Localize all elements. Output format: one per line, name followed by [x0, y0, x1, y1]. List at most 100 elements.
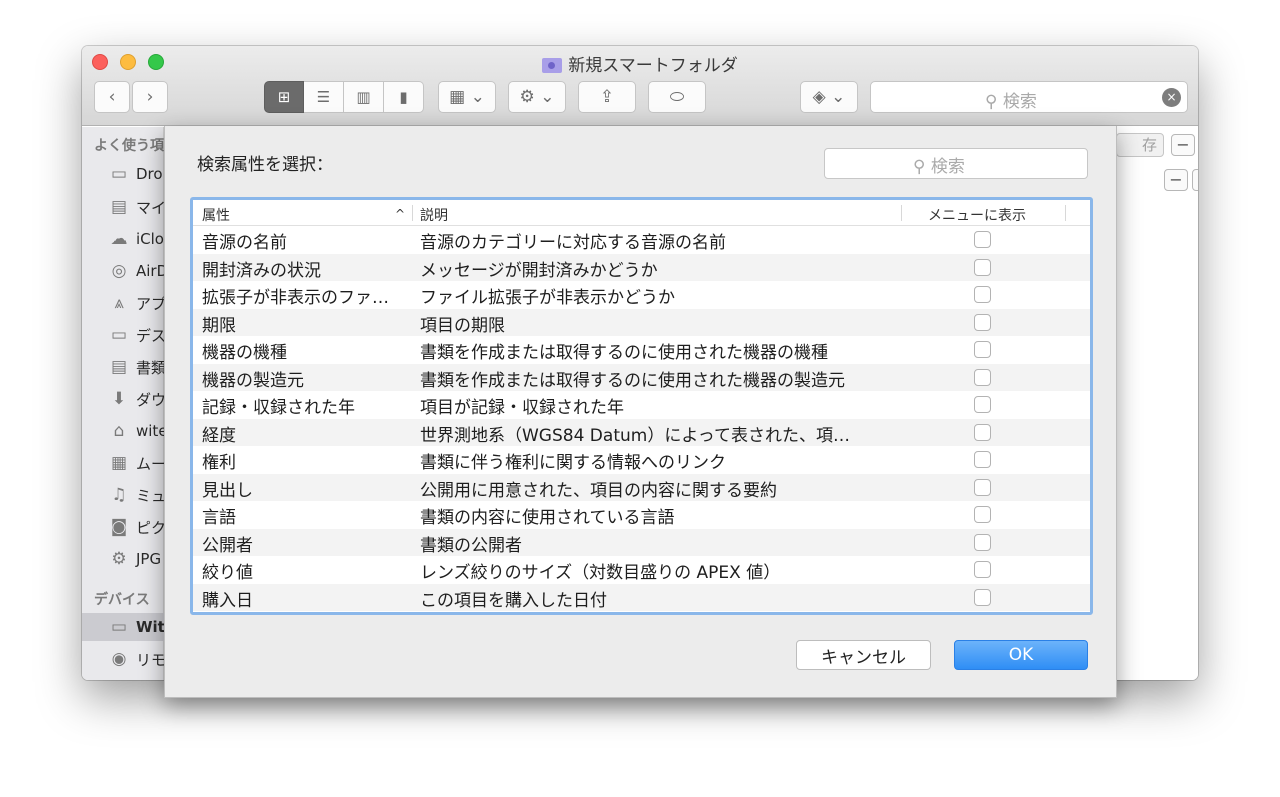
table-row[interactable]: 機器の機種 書類を作成または取得するのに使用された機器の機種	[193, 336, 1090, 364]
column-divider	[901, 205, 902, 221]
show-in-menu-checkbox[interactable]	[974, 561, 991, 578]
clear-search-icon[interactable]: ×	[1162, 88, 1181, 107]
remove-rule-button[interactable]: −	[1164, 169, 1188, 191]
table-row[interactable]: 言語 書類の内容に使用されている言語	[193, 501, 1090, 529]
attribute-cell: 期限	[202, 315, 236, 336]
sidebar-item-applications[interactable]: ⩓ アプ	[82, 289, 164, 317]
sidebar-item-music[interactable]: ♫ ミュ	[82, 481, 164, 509]
show-in-menu-checkbox[interactable]	[974, 588, 991, 606]
table-row[interactable]: 権利 書類に伴う権利に関する情報へのリンク	[193, 446, 1090, 474]
search-input[interactable]: ⚲ 検索 ×	[870, 81, 1188, 113]
music-icon: ♫	[111, 485, 127, 505]
sidebar-item-airdrop[interactable]: ◎ AirD	[82, 257, 164, 285]
coverflow-view-button[interactable]: ▮	[384, 81, 424, 113]
column-view-button[interactable]: ▥	[344, 81, 384, 113]
attribute-cell: 音源の名前	[202, 233, 287, 253]
table-row[interactable]: 記録・収録された年 項目が記録・収録された年	[193, 391, 1090, 419]
sidebar-item-desktop[interactable]: ▭ デス	[82, 321, 164, 349]
show-in-menu-checkbox[interactable]	[974, 286, 991, 303]
column-header-attribute[interactable]: 属性	[202, 205, 230, 225]
back-button[interactable]: ‹	[94, 81, 130, 113]
share-button[interactable]: ⇪	[578, 81, 636, 113]
sidebar-item-home[interactable]: ⌂ wite	[82, 417, 164, 445]
ok-button[interactable]: OK	[954, 640, 1088, 670]
save-button[interactable]: 存	[1116, 133, 1164, 157]
attribute-search-input[interactable]: ⚲ 検索	[824, 148, 1088, 179]
sheet-title: 検索属性を選択：	[197, 155, 333, 175]
column-header-description[interactable]: 説明	[420, 205, 448, 225]
show-in-menu-checkbox[interactable]	[974, 533, 991, 551]
table-row[interactable]: 機器の製造元 書類を作成または取得するのに使用された機器の製造元	[193, 363, 1090, 391]
attribute-cell: 絞り値	[202, 563, 253, 583]
sidebar: よく使う項 ▭ Dro ▤ マイ ☁ iClo ◎ AirD ⩓ アプ ▭ デス ▤ 書類 ⬇…	[82, 127, 164, 680]
attribute-cell: 公開者	[202, 535, 253, 556]
icon-view-button[interactable]: ⊞	[264, 81, 304, 113]
show-in-menu-checkbox[interactable]	[974, 313, 991, 331]
table-row[interactable]: 拡張子が非表示のファ… ファイル拡張子が非表示かどうか	[193, 281, 1090, 309]
attribute-cell: 言語	[202, 508, 236, 528]
sidebar-item-jpg[interactable]: ⚙ JPG	[82, 545, 164, 573]
share-icon: ⇪	[599, 87, 615, 107]
table-row[interactable]: 開封済みの状況 メッセージが開封済みかどうか	[193, 253, 1090, 281]
remove-criteria-button[interactable]: −	[1171, 134, 1195, 156]
cancel-button[interactable]: キャンセル	[796, 640, 931, 670]
download-icon: ⬇	[111, 389, 127, 409]
attribute-cell: 機器の機種	[202, 343, 287, 363]
sidebar-item-documents[interactable]: ▤ 書類	[82, 353, 164, 381]
applications-icon: ⩓	[114, 293, 124, 313]
show-in-menu-checkbox[interactable]	[974, 368, 991, 386]
folder-icon: ▭	[110, 164, 128, 184]
show-in-menu-checkbox[interactable]	[974, 478, 991, 496]
show-in-menu-checkbox[interactable]	[974, 451, 991, 468]
arrange-button[interactable]: ▦ ⌄	[438, 81, 496, 113]
attribute-selection-sheet: 検索属性を選択： ⚲ 検索 属性 ^ 説明 メニューに表示 音源の名前 音源のカテ…	[164, 126, 1117, 698]
description-cell: 書類を作成または取得するのに使用された機器の製造元	[420, 370, 845, 391]
table-row[interactable]: 購入日 この項目を購入した日付	[193, 583, 1090, 611]
sidebar-item-remote-disc[interactable]: ◉ リモ	[82, 645, 164, 673]
table-row[interactable]: 公開者 書類の公開者	[193, 528, 1090, 556]
table-row[interactable]: 期限 項目の期限	[193, 308, 1090, 336]
table-row[interactable]: 見出し 公開用に用意された、項目の内容に関する要約	[193, 473, 1090, 501]
table-row[interactable]: 経度 世界測地系（WGS84 Datum）によって表された、項…	[193, 418, 1090, 446]
disc-icon: ◉	[111, 649, 127, 669]
description-cell: ファイル拡張子が非表示かどうか	[420, 288, 675, 308]
gear-icon: ⚙ ⌄	[519, 87, 555, 107]
sidebar-item-computer[interactable]: ▭ Wit	[82, 613, 164, 641]
sidebar-item-my-files[interactable]: ▤ マイ	[82, 193, 164, 221]
sidebar-item-dropbox[interactable]: ▭ Dro	[82, 160, 164, 188]
show-in-menu-checkbox[interactable]	[974, 423, 991, 441]
columns-icon: ▥	[356, 88, 371, 106]
show-in-menu-checkbox[interactable]	[974, 258, 991, 276]
action-button[interactable]: ⚙ ⌄	[508, 81, 566, 113]
sidebar-item-pictures[interactable]: ◙ ピク	[82, 513, 164, 541]
show-in-menu-checkbox[interactable]	[974, 341, 991, 358]
add-rule-button[interactable]: +	[1192, 169, 1198, 191]
forward-button[interactable]: ›	[132, 81, 168, 113]
table-row[interactable]: 絞り値 レンズ絞りのサイズ（対数目盛りの APEX 値）	[193, 556, 1090, 584]
attribute-table: 属性 ^ 説明 メニューに表示 音源の名前 音源のカテゴリーに対応する音源の名前開…	[190, 197, 1093, 615]
description-cell: 公開用に用意された、項目の内容に関する要約	[420, 480, 777, 501]
show-in-menu-checkbox[interactable]	[974, 506, 991, 523]
description-cell: 書類の内容に使用されている言語	[420, 508, 675, 528]
magnifier-icon: ⚲	[985, 92, 998, 112]
table-row[interactable]: 音源の名前 音源のカテゴリーに対応する音源の名前	[193, 226, 1090, 254]
laptop-icon: ▭	[110, 617, 128, 637]
list-view-button[interactable]: ☰	[304, 81, 344, 113]
show-in-menu-checkbox[interactable]	[974, 231, 991, 248]
tag-icon: ⬭	[669, 87, 685, 107]
sidebar-item-downloads[interactable]: ⬇ ダウ	[82, 385, 164, 413]
column-header-show-in-menu[interactable]: メニューに表示	[928, 205, 1026, 225]
attribute-cell: 記録・収録された年	[202, 398, 355, 418]
show-in-menu-checkbox[interactable]	[974, 396, 991, 413]
chevron-right-icon: ›	[146, 87, 154, 107]
dropbox-button[interactable]: ◈ ⌄	[800, 81, 858, 113]
chevron-left-icon: ‹	[108, 87, 116, 107]
attribute-cell: 権利	[202, 453, 236, 473]
sidebar-item-movies[interactable]: ▦ ムー	[82, 449, 164, 477]
column-divider	[1065, 205, 1066, 221]
description-cell: 世界測地系（WGS84 Datum）によって表された、項…	[420, 425, 850, 446]
coverflow-icon: ▮	[399, 88, 408, 106]
smart-folder-criteria-pane: 存 − − +	[1116, 127, 1198, 680]
tags-button[interactable]: ⬭	[648, 81, 706, 113]
sidebar-item-icloud[interactable]: ☁ iClo	[82, 225, 165, 253]
